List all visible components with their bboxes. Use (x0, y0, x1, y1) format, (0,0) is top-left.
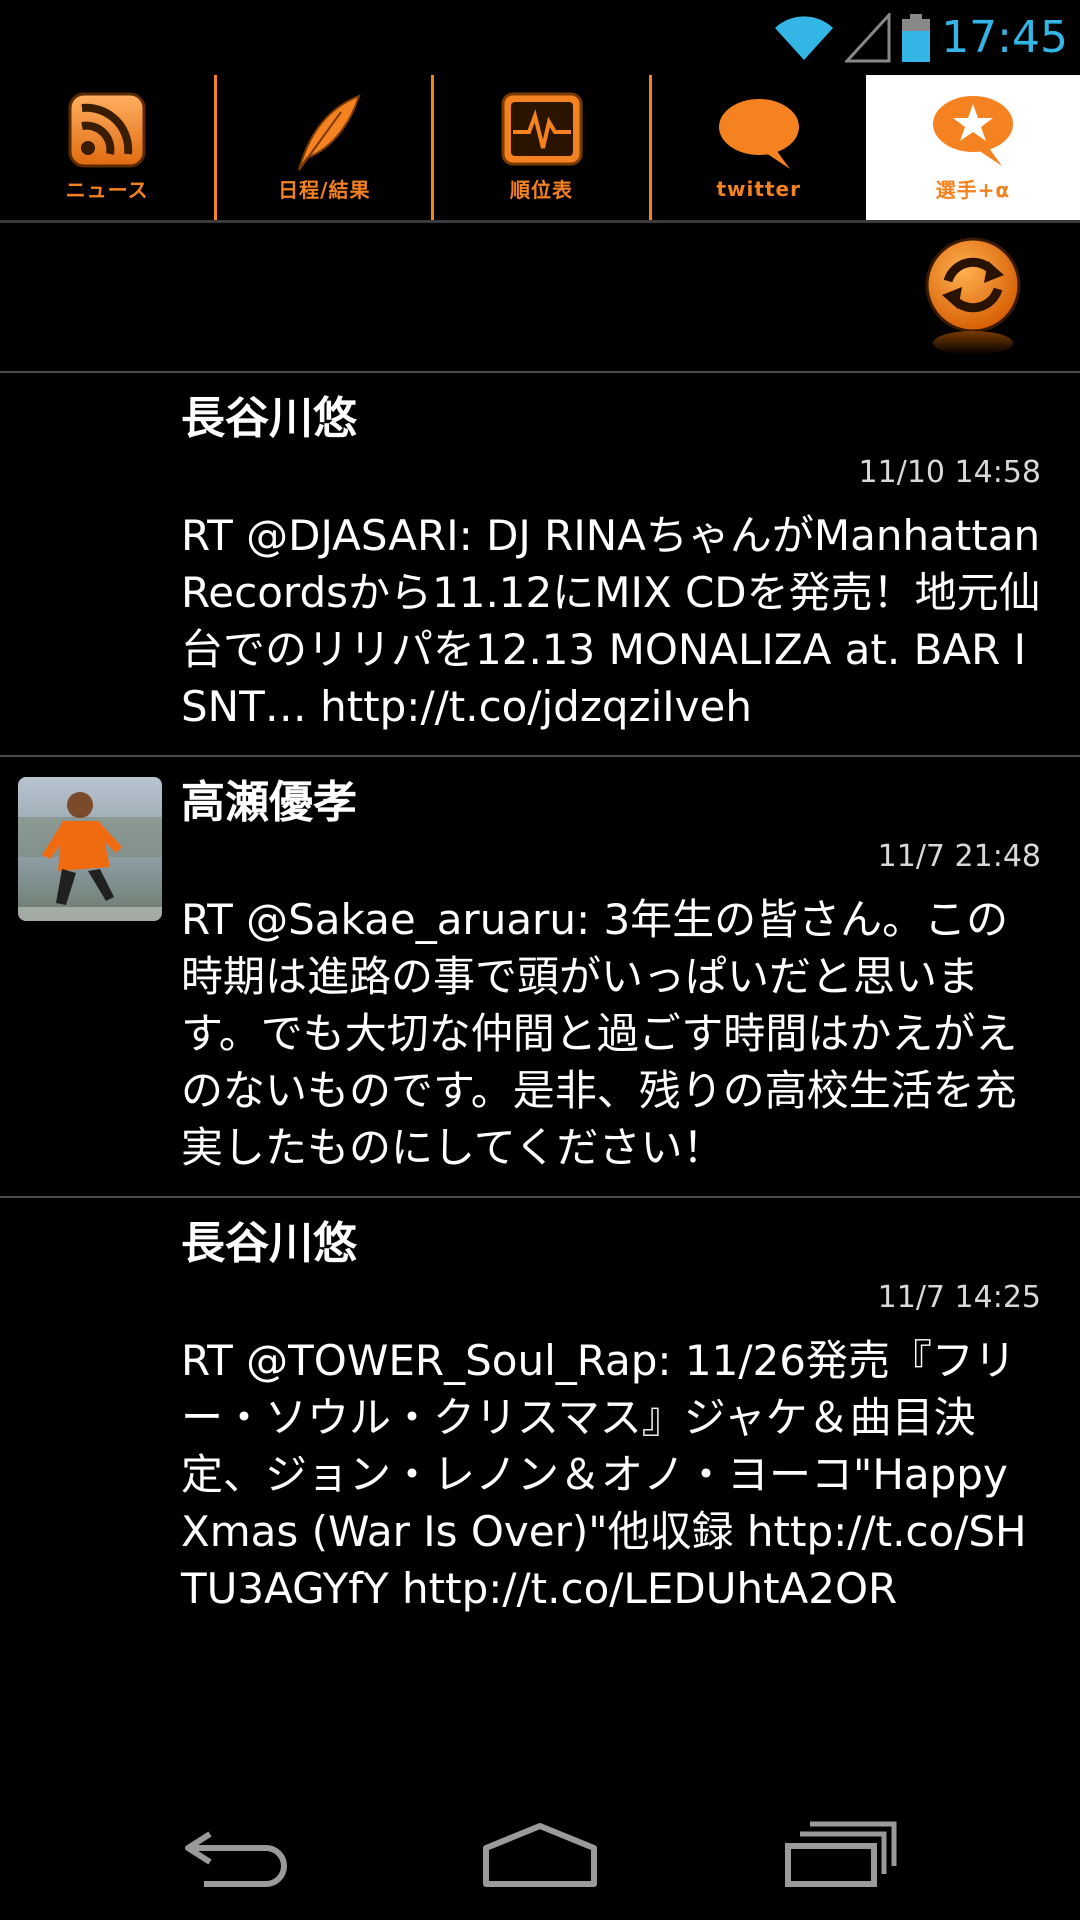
clock: 17:45 (941, 12, 1068, 63)
tab-label: twitter (716, 176, 801, 201)
quill-icon (298, 94, 361, 171)
tab-label: 順位表 (510, 178, 573, 202)
wifi-icon (775, 16, 834, 60)
toolbar (0, 223, 1080, 371)
tab-label: 選手+α (935, 178, 1011, 202)
user-name: 長谷川悠 (181, 1218, 357, 1269)
list-item[interactable]: 高瀬優孝 11/7 21:48 RT @Sakae_aruaru: 3年生の皆さ… (0, 757, 1080, 1198)
tab-players[interactable]: 選手+α (865, 75, 1080, 220)
back-icon[interactable] (180, 1818, 300, 1888)
tab-label: 日程/結果 (278, 178, 371, 202)
tab-label: ニュース (65, 178, 149, 202)
tab-bar: ニュース 日程/結果 順位表 twitter 選手+α (0, 75, 1080, 220)
tab-standings[interactable]: 順位表 (431, 75, 648, 220)
tab-news[interactable]: ニュース (0, 75, 214, 220)
pulse-chart-icon (501, 92, 582, 166)
star-bubble-icon (932, 96, 1013, 166)
timestamp: 11/7 14:25 (877, 1280, 1041, 1315)
list-item[interactable]: 長谷川悠 11/10 14:58 RT @DJASARI: DJ RINAちゃん… (0, 373, 1080, 757)
tweet-body: 長谷川悠 11/7 14:25 RT @TOWER_Soul_Rap: 11/2… (181, 1198, 1043, 1637)
recent-apps-icon[interactable] (780, 1818, 900, 1888)
list-item[interactable]: 長谷川悠 11/7 14:25 RT @TOWER_Soul_Rap: 11/2… (0, 1198, 1080, 1637)
user-name: 高瀬優孝 (181, 777, 357, 828)
battery-icon (902, 14, 931, 62)
cell-signal-icon (845, 13, 891, 63)
player-photo (18, 777, 162, 921)
timestamp: 11/10 14:58 (858, 455, 1041, 490)
tweet-body: 高瀬優孝 11/7 21:48 RT @Sakae_aruaru: 3年生の皆さ… (181, 757, 1043, 1196)
refresh-icon[interactable] (918, 235, 1028, 355)
home-icon[interactable] (480, 1818, 600, 1888)
status-icons: 17:45 (773, 10, 1068, 66)
speech-bubble-icon (718, 98, 799, 169)
navigation-bar (0, 1780, 1080, 1920)
tweet-text: RT @DJASARI: DJ RINAちゃんがManhattan Record… (181, 511, 1041, 731)
avatar[interactable] (18, 777, 162, 921)
tweet-text: RT @Sakae_aruaru: 3年生の皆さん。この時期は進路の事で頭がいっ… (181, 895, 1018, 1172)
tweet-body: 長谷川悠 11/10 14:58 RT @DJASARI: DJ RINAちゃん… (181, 373, 1043, 755)
timestamp: 11/7 21:48 (877, 839, 1041, 874)
status-bar: 17:45 (0, 0, 1080, 75)
user-name: 長谷川悠 (181, 393, 357, 444)
rss-icon (68, 92, 146, 168)
tweet-text: RT @TOWER_Soul_Rap: 11/26発売『フリー・ソウル・クリスマ… (181, 1336, 1027, 1613)
tweet-list: 長谷川悠 11/10 14:58 RT @DJASARI: DJ RINAちゃん… (0, 373, 1080, 1637)
tab-schedule[interactable]: 日程/結果 (214, 75, 431, 220)
tab-twitter[interactable]: twitter (648, 75, 866, 220)
